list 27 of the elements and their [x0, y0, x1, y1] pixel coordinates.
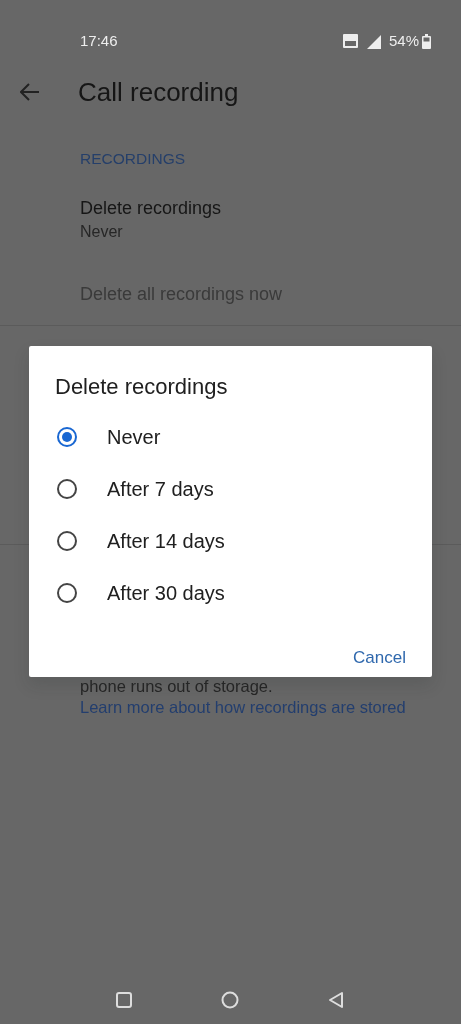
- radio-option[interactable]: After 30 days: [55, 567, 406, 619]
- cancel-button[interactable]: Cancel: [353, 639, 406, 677]
- dialog-title: Delete recordings: [55, 374, 228, 399]
- option-label: After 14 days: [107, 529, 225, 554]
- recents-icon[interactable]: [116, 992, 132, 1008]
- option-label: After 30 days: [107, 581, 225, 606]
- back-arrow-icon[interactable]: [20, 83, 40, 101]
- radio-option[interactable]: After 7 days: [55, 463, 406, 515]
- option-label: After 7 days: [107, 477, 214, 502]
- battery-percent: 54%: [388, 30, 419, 51]
- option-label: Never: [107, 425, 161, 450]
- radio-button[interactable]: [57, 531, 77, 551]
- status-time: 17:46: [80, 30, 118, 51]
- radio-button[interactable]: [57, 583, 77, 603]
- volte-icon: [342, 34, 358, 48]
- battery-icon: [422, 33, 431, 49]
- setting-title: Delete recordings: [80, 198, 222, 219]
- back-icon[interactable]: [328, 991, 344, 1009]
- radio-option[interactable]: After 14 days: [55, 515, 406, 567]
- page-title: Call recording: [78, 75, 239, 109]
- radio-option[interactable]: Never: [55, 411, 406, 463]
- radio-button[interactable]: [57, 479, 77, 499]
- section-heading: RECORDINGS: [80, 150, 186, 167]
- home-icon[interactable]: [221, 991, 239, 1009]
- radio-button[interactable]: [57, 427, 77, 447]
- setting-value: Never: [80, 223, 123, 241]
- signal-icon: [365, 33, 381, 49]
